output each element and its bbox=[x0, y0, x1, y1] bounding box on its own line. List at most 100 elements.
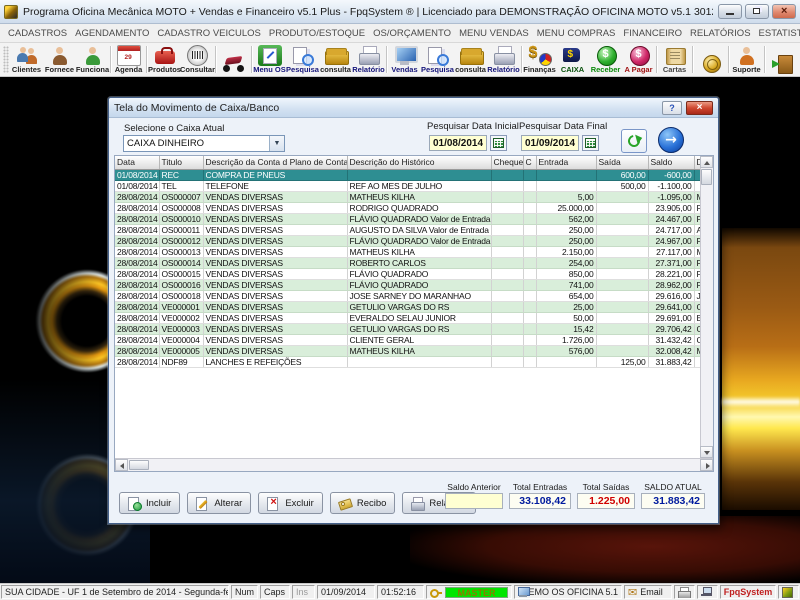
column-header-data[interactable]: Data bbox=[115, 156, 160, 170]
minimize-button[interactable] bbox=[718, 4, 742, 19]
column-header-descri-o-do-hist-rico[interactable]: Descrição do Histórico bbox=[347, 156, 492, 170]
table-row[interactable]: 28/08/2014 OS000008 VENDAS DIVERSAS RODRIGO… bbox=[115, 202, 703, 214]
table-row[interactable]: 01/08/2014 REC COMPRA DE PNEUS 600,00 -600,0… bbox=[115, 169, 703, 181]
toolbar-finan-as-button[interactable]: Finanças bbox=[523, 44, 556, 75]
toolbar-button-label: Funciona bbox=[75, 65, 110, 74]
table-cell: 24.967,00 bbox=[648, 235, 695, 247]
column-header-sa-da[interactable]: Saída bbox=[596, 156, 649, 170]
scroll-left-button[interactable] bbox=[115, 459, 128, 471]
close-button[interactable]: × bbox=[772, 4, 796, 19]
table-cell: JOSE SARNEY DO MARANHAO bbox=[347, 290, 492, 302]
table-row[interactable]: 28/08/2014 OS000012 VENDAS DIVERSAS FLÁVIO … bbox=[115, 235, 703, 247]
toolbar-relat-rio-button[interactable]: Relatório bbox=[487, 44, 520, 75]
menu-menu-vendas[interactable]: MENU VENDAS bbox=[455, 26, 533, 41]
table-cell: GETULIO VARGAS DO RS bbox=[347, 323, 492, 335]
table-cell: TELEFONE bbox=[203, 180, 348, 192]
toolbar-consulta-button[interactable]: consulta bbox=[454, 44, 487, 75]
toolbar-agenda-button[interactable]: Agenda bbox=[112, 44, 145, 75]
search-go-button[interactable]: → bbox=[658, 127, 684, 153]
table-row[interactable]: 28/08/2014 VE000004 VENDAS DIVERSAS CLIENTE… bbox=[115, 334, 703, 346]
date-start-input[interactable]: 01/08/2014 bbox=[429, 135, 487, 151]
window-close-button[interactable]: × bbox=[686, 100, 713, 115]
table-cell bbox=[491, 169, 524, 181]
column-header-c[interactable]: C bbox=[523, 156, 537, 170]
status-panel-text: Num bbox=[235, 587, 255, 597]
toolbar-funciona-button[interactable]: Funciona bbox=[76, 44, 109, 75]
scroll-right-button[interactable] bbox=[700, 459, 713, 471]
toolbar-button-label: Receber bbox=[590, 65, 621, 74]
column-header-saldo[interactable]: Saldo bbox=[648, 156, 695, 170]
menu-relat-rios[interactable]: RELATÓRIOS bbox=[686, 26, 755, 41]
toolbar-exit-button[interactable] bbox=[766, 44, 799, 75]
toolbar-relat-rio-button[interactable]: Relatório bbox=[352, 44, 385, 75]
recibo-button[interactable]: Recibo bbox=[329, 492, 396, 514]
menu-financeiro[interactable]: FINANCEIRO bbox=[619, 26, 686, 41]
table-row[interactable]: 28/08/2014 VE000001 VENDAS DIVERSAS GETULIO… bbox=[115, 301, 703, 313]
toolbar-moto-button[interactable] bbox=[217, 44, 250, 75]
toolbar-caixa-button[interactable]: CAIXA bbox=[556, 44, 589, 75]
table-row[interactable]: 28/08/2014 OS000018 VENDAS DIVERSAS JOSE SA… bbox=[115, 290, 703, 302]
menu-item-label: CADASTROS bbox=[8, 27, 68, 39]
menu-agendamento[interactable]: AGENDAMENTO bbox=[71, 26, 153, 41]
menu-menu-compras[interactable]: MENU COMPRAS bbox=[533, 26, 620, 41]
scroll-down-button[interactable] bbox=[700, 446, 713, 458]
table-cell bbox=[491, 356, 524, 368]
table-row[interactable]: 28/08/2014 OS000015 VENDAS DIVERSAS FLÁVIO … bbox=[115, 268, 703, 280]
chevron-down-icon[interactable]: ▼ bbox=[269, 136, 284, 151]
table-row[interactable]: 28/08/2014 VE000003 VENDAS DIVERSAS GETULIO… bbox=[115, 323, 703, 335]
table-row[interactable]: 28/08/2014 OS000010 VENDAS DIVERSAS FLÁVIO … bbox=[115, 213, 703, 225]
menu-produto-estoque[interactable]: PRODUTO/ESTOQUE bbox=[265, 26, 369, 41]
toolbar-vendas-button[interactable]: Vendas bbox=[388, 44, 421, 75]
table-row[interactable]: 28/08/2014 OS000016 VENDAS DIVERSAS FLÁVIO … bbox=[115, 279, 703, 291]
alterar-button[interactable]: Alterar bbox=[187, 492, 252, 514]
toolbar-button-label: Finanças bbox=[523, 65, 556, 74]
table-cell bbox=[523, 334, 537, 346]
horizontal-scrollbar[interactable] bbox=[115, 458, 713, 471]
table-row[interactable]: 01/08/2014 TEL TELEFONE REF AO MES DE JULHO… bbox=[115, 180, 703, 192]
table-row[interactable]: 28/08/2014 OS000013 VENDAS DIVERSAS MATHEUS… bbox=[115, 246, 703, 258]
date-start-calendar-button[interactable] bbox=[490, 135, 507, 151]
excluir-button[interactable]: Excluir bbox=[258, 492, 323, 514]
vertical-scroll-thumb[interactable] bbox=[701, 169, 712, 185]
menu-cadastro-veiculos[interactable]: CADASTRO VEICULOS bbox=[153, 26, 264, 41]
table-cell bbox=[523, 235, 537, 247]
toolbar-pesquisa-button[interactable]: Pesquisa bbox=[421, 44, 454, 75]
toolbar-a-pagar-button[interactable]: A Pagar bbox=[622, 44, 655, 75]
toolbar-clientes-button[interactable]: Clientes bbox=[10, 44, 43, 75]
refresh-button[interactable] bbox=[621, 129, 647, 153]
column-header-cheque[interactable]: Cheque bbox=[491, 156, 524, 170]
menu-estatistica[interactable]: ESTATISTICA bbox=[755, 26, 800, 41]
help-button[interactable]: ? bbox=[662, 100, 682, 115]
toolbar-produtos-button[interactable]: Produtos bbox=[148, 44, 181, 75]
menu-os-or-amento[interactable]: OS/ORÇAMENTO bbox=[369, 26, 455, 41]
table-cell: VENDAS DIVERSAS bbox=[203, 312, 348, 324]
table-row[interactable]: 28/08/2014 OS000007 VENDAS DIVERSAS MATHEUS… bbox=[115, 191, 703, 203]
date-end-input[interactable]: 01/09/2014 bbox=[521, 135, 579, 151]
column-header-entrada[interactable]: Entrada bbox=[536, 156, 597, 170]
toolbar-cartas-button[interactable]: Cartas bbox=[658, 44, 691, 75]
toolbar-suporte-button[interactable]: Suporte bbox=[730, 44, 763, 75]
toolbar-fornece-button[interactable]: Fornece bbox=[43, 44, 76, 75]
menu-cadastros[interactable]: CADASTROS bbox=[4, 26, 71, 41]
horizontal-scroll-thumb[interactable] bbox=[129, 460, 149, 470]
table-row[interactable]: 28/08/2014 NDF89 LANCHES E REFEIÇÕES 125,00… bbox=[115, 356, 703, 368]
restore-button[interactable] bbox=[745, 4, 769, 19]
column-header-titulo[interactable]: Titulo bbox=[159, 156, 204, 170]
toolbar-pesquisa-button[interactable]: Pesquisa bbox=[286, 44, 319, 75]
toolbar-coin-button[interactable] bbox=[694, 44, 727, 75]
table-row[interactable]: 28/08/2014 VE000005 VENDAS DIVERSAS MATHEUS… bbox=[115, 345, 703, 357]
caixa-select[interactable]: CAIXA DINHEIRO ▼ bbox=[123, 135, 285, 152]
scroll-up-button[interactable] bbox=[700, 156, 713, 168]
toolbar-consultar-button[interactable]: Consultar bbox=[180, 44, 215, 75]
table-row[interactable]: 28/08/2014 OS000014 VENDAS DIVERSAS ROBERTO… bbox=[115, 257, 703, 269]
column-header-descri-o-da-conta-d-plano-de-contas[interactable]: Descrição da Conta d Plano de Contas bbox=[203, 156, 348, 170]
toolbar-consulta-button[interactable]: consulta bbox=[319, 44, 352, 75]
table-row[interactable]: 28/08/2014 OS000011 VENDAS DIVERSAS AUGUSTO… bbox=[115, 224, 703, 236]
toolbar-receber-button[interactable]: Receber bbox=[589, 44, 622, 75]
table-row[interactable]: 28/08/2014 VE000002 VENDAS DIVERSAS EVERALD… bbox=[115, 312, 703, 324]
incluir-button[interactable]: Incluir bbox=[119, 492, 181, 514]
toolbar-button-label: Relatório bbox=[487, 65, 520, 74]
toolbar-menu-os-button[interactable]: Menu OS bbox=[253, 44, 286, 75]
vertical-scrollbar[interactable] bbox=[700, 156, 713, 458]
date-end-calendar-button[interactable] bbox=[582, 135, 599, 151]
